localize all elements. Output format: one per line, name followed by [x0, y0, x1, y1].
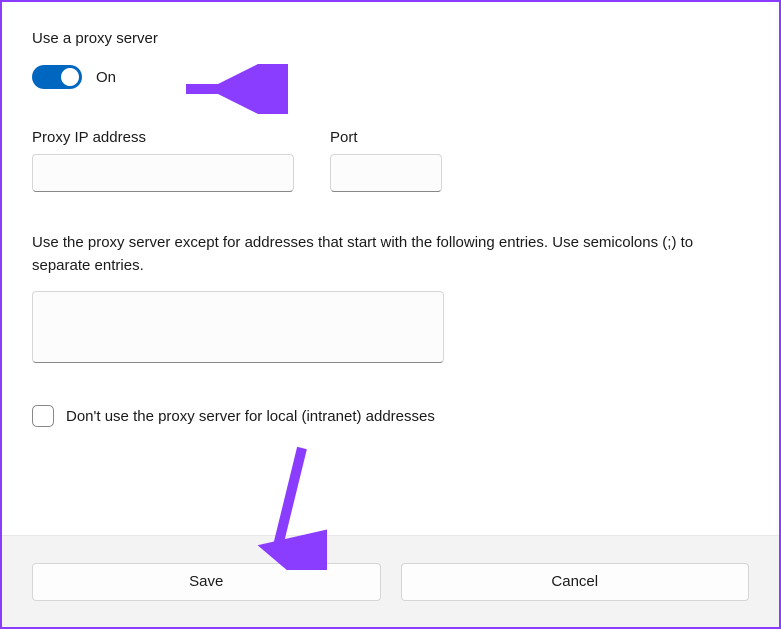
- proxy-ip-input[interactable]: [32, 154, 294, 192]
- proxy-section-heading: Use a proxy server: [32, 30, 749, 47]
- port-field-label: Port: [330, 129, 442, 146]
- local-bypass-label: Don't use the proxy server for local (in…: [66, 408, 435, 425]
- local-bypass-checkbox[interactable]: [32, 405, 54, 427]
- proxy-port-input[interactable]: [330, 154, 442, 192]
- exceptions-textarea[interactable]: [32, 291, 444, 363]
- cancel-button[interactable]: Cancel: [401, 563, 750, 601]
- proxy-toggle-state-label: On: [96, 69, 116, 86]
- ip-field-label: Proxy IP address: [32, 129, 294, 146]
- exceptions-description: Use the proxy server except for addresse…: [32, 232, 749, 277]
- proxy-toggle-row: On: [32, 65, 749, 89]
- dialog-footer: Save Cancel: [2, 535, 779, 627]
- toggle-knob-icon: [61, 68, 79, 86]
- save-button[interactable]: Save: [32, 563, 381, 601]
- proxy-toggle[interactable]: [32, 65, 82, 89]
